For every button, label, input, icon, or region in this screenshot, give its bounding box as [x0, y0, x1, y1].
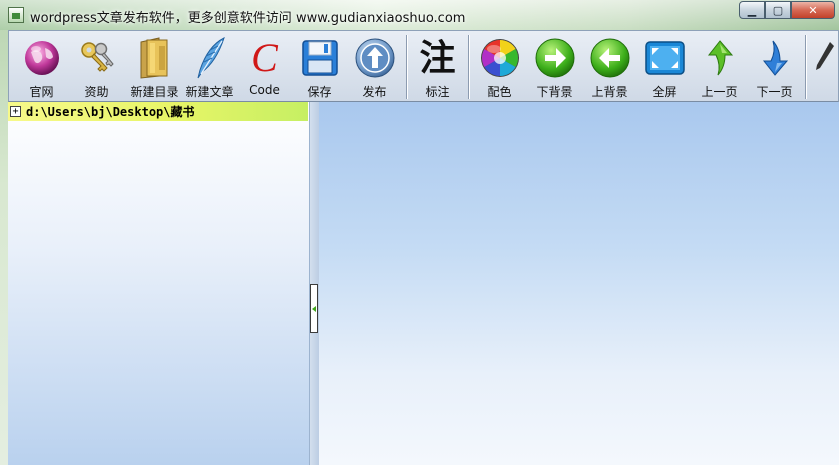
title-bar[interactable]: wordpress文章发布软件，更多创意软件访问 www.gudianxiaos… [0, 0, 839, 30]
toolbar-button-new-article[interactable]: 新建文章 [182, 35, 237, 101]
floppy-icon [298, 35, 342, 81]
annotate-glyph: 注 [419, 37, 456, 79]
toolbar-button-new-folder[interactable]: 新建目录 [127, 35, 182, 101]
toolbar-label: 发布 [362, 85, 387, 99]
toolbar-label: 新建文章 [185, 85, 234, 99]
pen-icon [809, 35, 838, 81]
toolbar-label: 全屏 [652, 85, 677, 99]
toolbar-label: 保存 [307, 85, 332, 99]
editor-area[interactable] [319, 102, 839, 465]
page-down-icon [753, 35, 797, 81]
app-window: wordpress文章发布软件，更多创意软件访问 www.gudianxiaos… [0, 0, 839, 465]
toolbar-button-code[interactable]: C Code [237, 35, 292, 101]
keys-icon [75, 35, 119, 81]
toolbar-separator [805, 35, 807, 99]
toolbar-label: 标注 [425, 85, 450, 99]
toolbar-label: 配色 [487, 85, 512, 99]
annotate-char-icon: 注 [416, 35, 460, 81]
toolbar-button-next-background[interactable]: 下背景 [527, 35, 582, 101]
toolbar-label: 资助 [84, 85, 109, 99]
page-up-icon [698, 35, 742, 81]
toolbar-label: Code [249, 83, 280, 97]
publish-arrow-icon [353, 35, 397, 81]
toolbar-button-publish[interactable]: 发布 [347, 35, 402, 101]
tree-root-node[interactable]: + d:\Users\bj\Desktop\藏书 [8, 102, 308, 121]
maximize-button[interactable]: ▢ [765, 1, 791, 19]
toolbar-label: 官网 [29, 85, 54, 99]
toolbar-button-official-site[interactable]: 官网 [14, 35, 69, 101]
toolbar-label: 新建目录 [130, 85, 179, 99]
minimize-button[interactable]: ▁ [739, 1, 765, 19]
expand-toggle-icon[interactable]: + [10, 106, 21, 117]
window-controls: ▁ ▢ ✕ [739, 1, 835, 19]
collapse-panel-icon[interactable] [310, 284, 318, 333]
app-icon[interactable] [8, 7, 24, 23]
file-tree-panel[interactable]: + d:\Users\bj\Desktop\藏书 [8, 102, 310, 465]
color-wheel-icon [478, 35, 522, 81]
feather-icon [188, 35, 232, 81]
toolbar-overflow-item[interactable] [809, 35, 838, 101]
tree-root-path[interactable]: d:\Users\bj\Desktop\藏书 [26, 103, 195, 120]
main-toolbar: 官网 资助 新建目录 新建文章 C Code 保存 发布 注 标注 配色 下背景… [8, 30, 839, 102]
globe-icon [20, 35, 64, 81]
toolbar-button-annotate[interactable]: 注 标注 [410, 35, 465, 101]
folder-icon [133, 35, 177, 81]
toolbar-button-donate[interactable]: 资助 [69, 35, 124, 101]
toolbar-separator [406, 35, 408, 99]
window-title: wordpress文章发布软件，更多创意软件访问 www.gudianxiaos… [30, 11, 466, 26]
toolbar-label: 上背景 [591, 85, 628, 99]
fullscreen-icon [643, 35, 687, 81]
toolbar-button-fullscreen[interactable]: 全屏 [637, 35, 692, 101]
toolbar-button-color-scheme[interactable]: 配色 [472, 35, 527, 101]
toolbar-label: 下一页 [756, 85, 793, 99]
toolbar-button-page-down[interactable]: 下一页 [747, 35, 802, 101]
toolbar-button-previous-background[interactable]: 上背景 [582, 35, 637, 101]
toolbar-label: 上一页 [701, 85, 738, 99]
previous-background-icon [588, 35, 632, 81]
toolbar-label: 下背景 [536, 85, 573, 99]
toolbar-button-save[interactable]: 保存 [292, 35, 347, 101]
toolbar-separator [468, 35, 470, 99]
code-c-icon: C [251, 35, 278, 80]
close-button[interactable]: ✕ [791, 1, 835, 19]
toolbar-button-page-up[interactable]: 上一页 [692, 35, 747, 101]
next-background-icon [533, 35, 577, 81]
